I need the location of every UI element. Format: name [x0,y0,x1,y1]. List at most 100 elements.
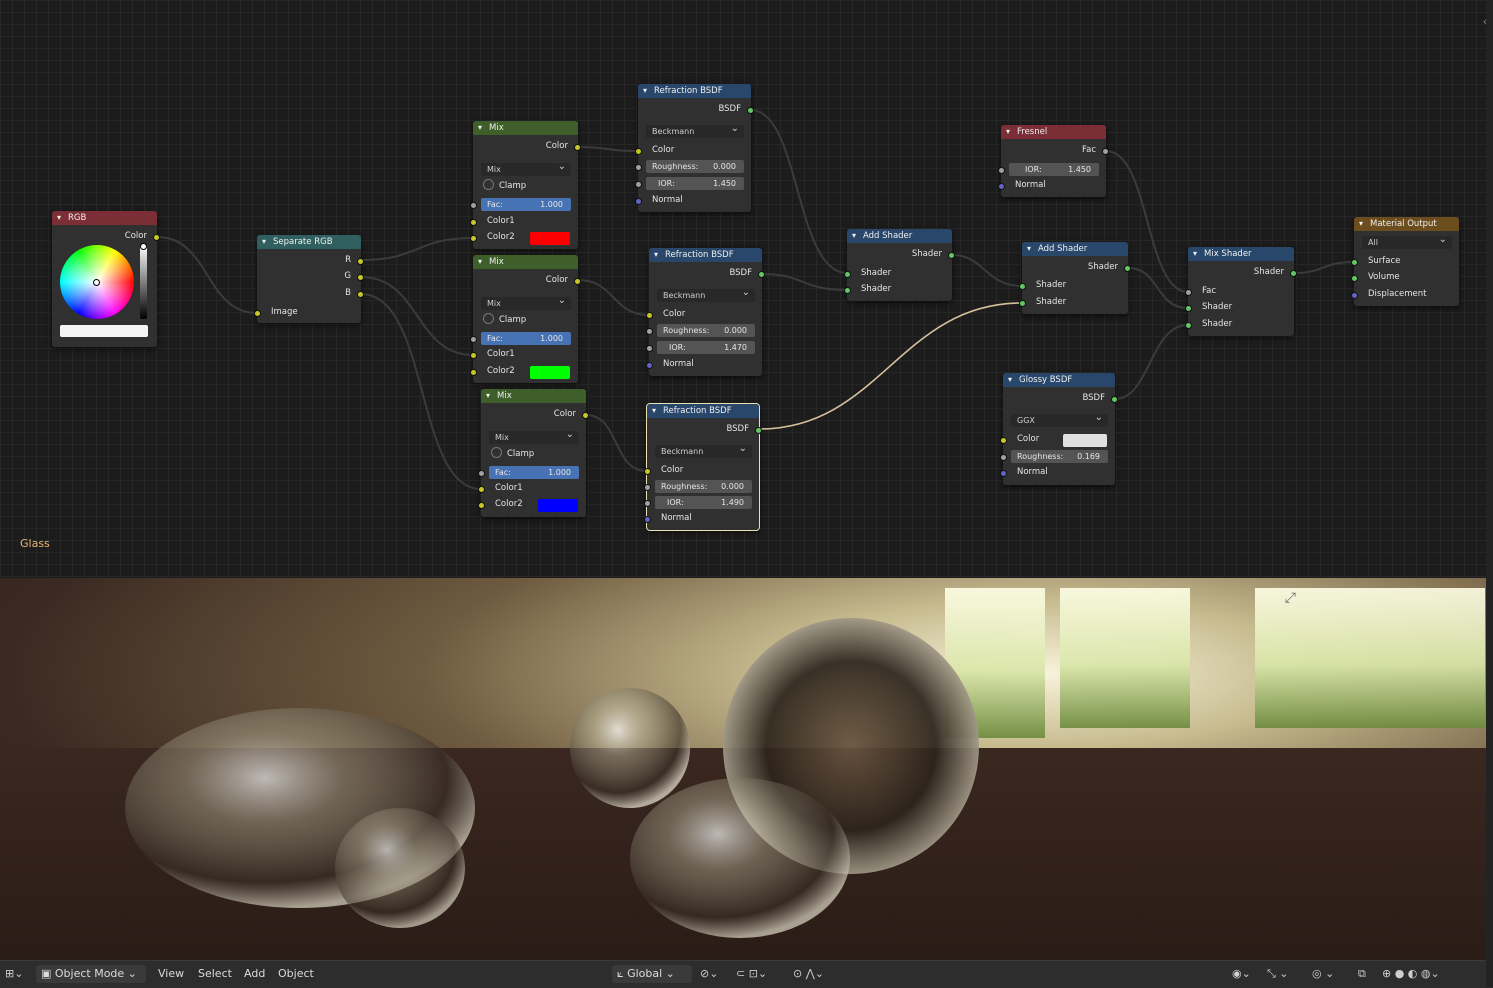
mix-2-color1-socket[interactable] [470,352,477,359]
mix-shader-fac-socket[interactable] [1185,289,1192,296]
fresnel-node[interactable]: Fresnel Fac IOR: 1.450 Normal [998,125,1109,197]
rgb-color-socket[interactable] [153,234,160,241]
mix-3-header[interactable]: Mix [481,389,586,403]
glossy-header[interactable]: Glossy BSDF [1003,373,1115,387]
gizmo-icon[interactable]: ⤡ ⌄ [1267,965,1289,983]
fresnel-ior-socket[interactable] [998,167,1005,174]
glossy-color-swatch[interactable] [1063,434,1107,447]
mix-2-header[interactable]: Mix [473,255,578,269]
mix-shader-input2-socket[interactable] [1185,322,1192,329]
glossy-normal-socket[interactable] [1000,470,1007,477]
add-shader-1-output-socket[interactable] [948,252,955,259]
add-shader-node-1[interactable]: Add Shader Shader Shader Shader [844,229,955,301]
refraction-2-distribution-dropdown[interactable]: Beckmann [657,286,755,302]
add-shader-1-input2-socket[interactable] [844,287,851,294]
refraction-1-roughness-socket[interactable] [635,164,642,171]
color-wheel-cursor[interactable] [93,279,100,286]
separate-g-socket[interactable] [357,274,364,281]
glossy-roughness-field[interactable]: Roughness: 0.169 [1011,450,1108,463]
material-output-displacement-socket[interactable] [1351,292,1358,299]
node-editor[interactable]: RGB Color Separate RGB R G B Image Mix C… [0,0,1493,577]
mix-1-color1-socket[interactable] [470,219,477,226]
material-output-node[interactable]: Material Output All Surface Volume Displ… [1351,217,1459,306]
mix-1-color2-socket[interactable] [470,235,477,242]
mix-2-color2-swatch[interactable] [530,366,570,379]
shading-mode-icons[interactable]: ⊕ ● ◐ ◍⌄ [1382,965,1440,983]
mix-shader-input1-socket[interactable] [1185,305,1192,312]
menu-add[interactable]: Add [244,965,265,983]
add-shader-1-header[interactable]: Add Shader [847,229,952,243]
mix-3-color1-socket[interactable] [478,486,485,493]
xray-icon[interactable]: ⧉ [1358,965,1366,983]
mode-dropdown[interactable]: ▣ Object Mode ⌄ [36,965,146,983]
refraction-3-bsdf-socket[interactable] [755,427,762,434]
separate-image-socket[interactable] [254,310,261,317]
mix-2-fac-field[interactable]: Fac: 1.000 [481,332,571,345]
glossy-bsdf-socket[interactable] [1111,396,1118,403]
value-slider-knob[interactable] [140,243,147,250]
refraction-bsdf-node-3[interactable]: Refraction BSDF BSDF Beckmann Color Roug… [644,403,762,531]
mix-1-fac-field[interactable]: Fac: 1.000 [481,198,571,211]
menu-select[interactable]: Select [198,965,232,983]
mix-node-1[interactable]: Mix Color Mix Clamp Fac: 1.000 Color1 Co… [470,121,581,249]
mix-1-fac-socket[interactable] [470,202,477,209]
refraction-1-ior-socket[interactable] [635,181,642,188]
value-slider[interactable] [140,245,147,319]
mix-3-blend-dropdown[interactable]: Mix [489,428,579,444]
mix-shader-header[interactable]: Mix Shader [1188,247,1294,261]
refraction-3-color-socket[interactable] [644,468,651,475]
add-shader-2-output-socket[interactable] [1124,265,1131,272]
mix-3-output-socket[interactable] [582,412,589,419]
refraction-2-normal-socket[interactable] [646,362,653,369]
refraction-3-normal-socket[interactable] [644,516,651,523]
separate-rgb-header[interactable]: Separate RGB [257,235,361,249]
mix-2-blend-dropdown[interactable]: Mix [481,294,571,310]
separate-rgb-node[interactable]: Separate RGB R G B Image [254,235,364,323]
refraction-1-color-socket[interactable] [635,148,642,155]
add-shader-2-input2-socket[interactable] [1019,300,1026,307]
snap-icon[interactable]: ⊂ ⊡⌄ [736,965,767,983]
refraction-2-color-socket[interactable] [646,312,653,319]
refraction-3-ior-field[interactable]: IOR: 1.490 [655,496,752,509]
mix-2-output-socket[interactable] [574,278,581,285]
mix-2-color2-socket[interactable] [470,369,477,376]
mix-3-color2-swatch[interactable] [538,499,578,512]
mix-node-2[interactable]: Mix Color Mix Clamp Fac: 1.000 Color1 Co… [470,255,581,383]
glossy-color-socket[interactable] [1000,437,1007,444]
refraction-2-roughness-socket[interactable] [646,328,653,335]
refraction-1-bsdf-socket[interactable] [747,107,754,114]
mix-1-header[interactable]: Mix [473,121,578,135]
refraction-1-normal-socket[interactable] [635,198,642,205]
mix-3-clamp-checkbox[interactable]: Clamp [491,447,534,461]
fresnel-ior-field[interactable]: IOR: 1.450 [1009,163,1099,176]
refraction-bsdf-node-2[interactable]: Refraction BSDF BSDF Beckmann Color Roug… [646,248,765,376]
mix-3-fac-field[interactable]: Fac: 1.000 [489,466,579,479]
3d-viewport[interactable]: ⤢ [0,578,1486,960]
glossy-bsdf-node[interactable]: Glossy BSDF BSDF GGX Color Roughness: 0.… [1000,373,1118,485]
glossy-roughness-socket[interactable] [1000,454,1007,461]
mix-node-3[interactable]: Mix Color Mix Clamp Fac: 1.000 Color1 Co… [478,389,589,517]
transform-orientation-dropdown[interactable]: ⟀ Global ⌄ [612,965,692,983]
visibility-icon[interactable]: ◉⌄ [1232,965,1251,983]
material-output-target-dropdown[interactable]: All [1362,233,1452,249]
rgb-node-header[interactable]: RGB [52,211,157,225]
menu-view[interactable]: View [158,965,184,983]
refraction-bsdf-node-1[interactable]: Refraction BSDF BSDF Beckmann Color Roug… [635,84,754,212]
refraction-3-header[interactable]: Refraction BSDF [647,404,759,418]
rgb-node[interactable]: RGB Color [52,211,160,347]
refraction-2-roughness-field[interactable]: Roughness: 0.000 [657,324,755,337]
fresnel-fac-socket[interactable] [1102,148,1109,155]
mix-3-color2-socket[interactable] [478,502,485,509]
fresnel-header[interactable]: Fresnel [1001,125,1106,139]
refraction-3-ior-socket[interactable] [644,500,651,507]
add-shader-2-input1-socket[interactable] [1019,283,1026,290]
material-output-volume-socket[interactable] [1351,275,1358,282]
material-output-surface-socket[interactable] [1351,259,1358,266]
editor-type-icon[interactable]: ⊞⌄ [5,965,23,983]
refraction-2-ior-field[interactable]: IOR: 1.470 [657,341,755,354]
color-value-bar[interactable] [60,325,148,337]
mix-shader-node[interactable]: Mix Shader Shader Fac Shader Shader [1185,247,1297,336]
proportional-edit-icon[interactable]: ⊙ ⋀⌄ [793,965,824,983]
pivot-icon[interactable]: ⊘⌄ [700,965,718,983]
add-shader-1-input1-socket[interactable] [844,271,851,278]
